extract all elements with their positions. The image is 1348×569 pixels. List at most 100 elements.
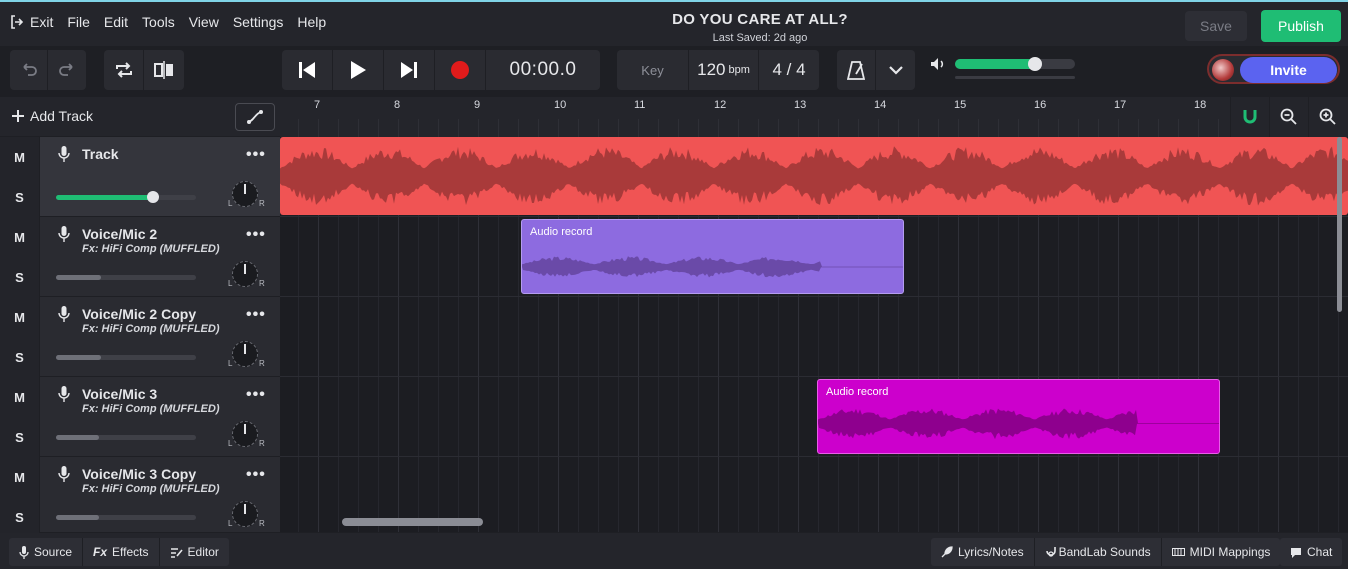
snap-button[interactable]	[1230, 97, 1269, 137]
timeline-ruler[interactable]: 7 8 9 10 11 12 13 14 15 16 17 18	[280, 97, 1348, 137]
master-volume-slider[interactable]	[955, 57, 1075, 71]
save-button[interactable]: Save	[1185, 11, 1247, 41]
metronome-button[interactable]	[837, 50, 876, 90]
midi-mappings-tab[interactable]: MIDI Mappings	[1162, 538, 1281, 566]
track-effects[interactable]: Fx: HiFi Comp (MUFFLED)	[82, 243, 219, 255]
ruler-tick	[878, 119, 879, 137]
pan-knob[interactable]	[232, 261, 258, 287]
track-volume-slider[interactable]	[56, 355, 196, 360]
mute-button[interactable]: M	[0, 217, 39, 257]
track-name[interactable]: Voice/Mic 3 Copy	[82, 466, 196, 482]
menu-settings[interactable]: Settings	[233, 14, 284, 30]
project-title-area: DO YOU CARE AT ALL? Last Saved: 2d ago	[560, 11, 960, 44]
track-header[interactable]: M S Track ••• L R	[0, 137, 280, 217]
track-volume-slider[interactable]	[56, 435, 196, 440]
time-display[interactable]: 00:00.0	[486, 50, 600, 90]
track-lane-1[interactable]	[280, 137, 1348, 217]
effects-tab[interactable]: Fx Effects	[83, 538, 160, 566]
pan-knob[interactable]	[232, 501, 258, 527]
play-button[interactable]	[333, 50, 384, 90]
project-title[interactable]: DO YOU CARE AT ALL?	[560, 11, 960, 28]
split-button[interactable]	[144, 50, 184, 90]
track-options-button[interactable]: •••	[246, 146, 266, 164]
track-options-button[interactable]: •••	[246, 306, 266, 324]
loop-button[interactable]	[104, 50, 144, 90]
menu-view[interactable]: View	[189, 14, 219, 30]
lyrics-notes-tab[interactable]: Lyrics/Notes	[931, 538, 1035, 566]
audio-clip-track[interactable]	[280, 137, 1348, 215]
vertical-scrollbar[interactable]	[1337, 137, 1342, 312]
loop-icon	[115, 62, 132, 78]
track-volume-knob[interactable]	[146, 191, 159, 203]
audio-clip-voice-mic-3[interactable]: Audio record	[817, 379, 1220, 454]
clip-waveform	[280, 146, 1348, 206]
track-name[interactable]: Voice/Mic 2	[82, 226, 157, 242]
metronome-options-button[interactable]	[876, 50, 915, 90]
menu-tools[interactable]: Tools	[142, 14, 175, 30]
mute-button[interactable]: M	[0, 297, 39, 337]
time-signature[interactable]: 4 / 4	[759, 50, 819, 90]
zoom-in-button[interactable]	[1308, 97, 1347, 137]
skip-back-button[interactable]	[282, 50, 333, 90]
mute-button[interactable]: M	[0, 457, 39, 497]
arrangement-view[interactable]: 7 8 9 10 11 12 13 14 15 16 17 18 Audio record Audio…	[280, 97, 1348, 532]
pan-knob[interactable]	[232, 341, 258, 367]
menu-edit[interactable]: Edit	[104, 14, 128, 30]
track-header[interactable]: M S Voice/Mic 2 Fx: HiFi Comp (MUFFLED) ••• L…	[0, 217, 280, 297]
ruler-tick	[1118, 119, 1119, 137]
menu-file[interactable]: File	[67, 14, 90, 30]
pan-knob[interactable]	[232, 421, 258, 447]
add-track-button[interactable]: Add Track	[12, 108, 93, 124]
bandlab-sounds-tab[interactable]: BandLab Sounds	[1035, 538, 1162, 566]
track-options-button[interactable]: •••	[246, 386, 266, 404]
track-options-button[interactable]: •••	[246, 466, 266, 484]
master-volume-fill	[955, 59, 1036, 69]
publish-button[interactable]: Publish	[1261, 10, 1341, 42]
undo-button[interactable]	[10, 50, 48, 90]
solo-button[interactable]: S	[0, 257, 39, 297]
audio-clip-voice-mic-2[interactable]: Audio record	[521, 219, 904, 294]
editor-tab[interactable]: Editor	[160, 538, 229, 566]
track-volume-slider[interactable]	[56, 515, 196, 520]
pan-knob[interactable]	[232, 181, 258, 207]
source-tab[interactable]: Source	[9, 538, 84, 566]
exit-button[interactable]: Exit	[10, 14, 53, 30]
tempo-field[interactable]: 120 bpm	[689, 50, 759, 90]
master-volume-knob[interactable]	[1028, 57, 1043, 71]
solo-button[interactable]: S	[0, 417, 39, 457]
mute-button[interactable]: M	[0, 137, 39, 177]
track-name[interactable]: Voice/Mic 3	[82, 386, 157, 402]
mute-solo-column: MS	[0, 217, 40, 297]
menu-help[interactable]: Help	[297, 14, 326, 30]
redo-button[interactable]	[48, 50, 86, 90]
pan-right-label: R	[259, 359, 265, 368]
chat-tab[interactable]: Chat	[1280, 538, 1342, 566]
track-volume-slider[interactable]	[56, 191, 196, 203]
track-header[interactable]: M S Voice/Mic 3 Copy Fx: HiFi Comp (MUFFLED…	[0, 457, 280, 537]
solo-button[interactable]: S	[0, 177, 39, 217]
horizontal-scrollbar[interactable]	[342, 518, 483, 526]
track-effects[interactable]: Fx: HiFi Comp (MUFFLED)	[82, 323, 219, 335]
invite-button[interactable]: Invite	[1240, 57, 1337, 83]
track-lane-4[interactable]: Audio record	[280, 377, 1348, 457]
track-name[interactable]: Voice/Mic 2 Copy	[82, 306, 196, 322]
track-effects[interactable]: Fx: HiFi Comp (MUFFLED)	[82, 483, 219, 495]
record-button[interactable]	[435, 50, 486, 90]
track-lane-3[interactable]	[280, 297, 1348, 377]
mute-button[interactable]: M	[0, 377, 39, 417]
track-name[interactable]: Track	[82, 146, 119, 162]
solo-button[interactable]: S	[0, 497, 39, 537]
track-options-button[interactable]: •••	[246, 226, 266, 244]
zoom-out-button[interactable]	[1269, 97, 1308, 137]
skip-forward-button[interactable]	[384, 50, 435, 90]
avatar[interactable]	[1212, 59, 1234, 81]
ruler-tick	[798, 119, 799, 137]
key-selector[interactable]: Key	[617, 50, 689, 90]
automation-button[interactable]	[235, 103, 275, 131]
track-header[interactable]: M S Voice/Mic 2 Copy Fx: HiFi Comp (MUFFLED…	[0, 297, 280, 377]
track-volume-slider[interactable]	[56, 275, 196, 280]
track-effects[interactable]: Fx: HiFi Comp (MUFFLED)	[82, 403, 219, 415]
track-lane-2[interactable]: Audio record	[280, 217, 1348, 297]
track-header[interactable]: M S Voice/Mic 3 Fx: HiFi Comp (MUFFLED) ••• L…	[0, 377, 280, 457]
solo-button[interactable]: S	[0, 337, 39, 377]
